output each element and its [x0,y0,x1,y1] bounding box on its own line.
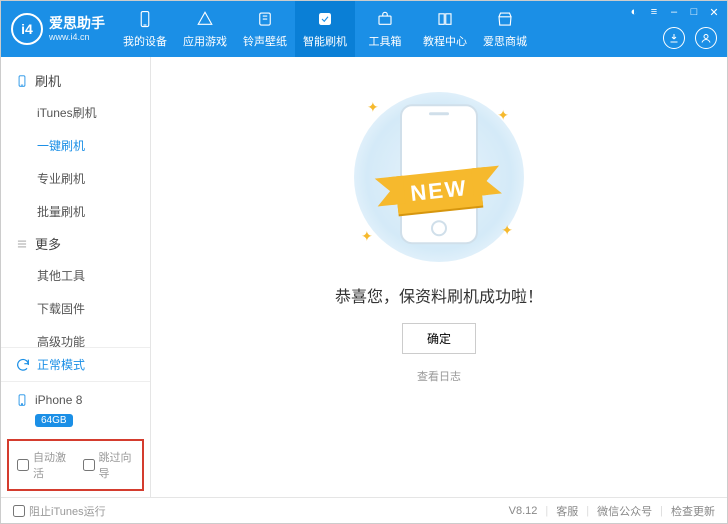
success-message: 恭喜您，保资料刷机成功啦！ [335,283,543,307]
device-info[interactable]: iPhone 8 64GB [1,381,150,437]
sidebar-item-download-firmware[interactable]: 下载固件 [1,292,150,325]
sidebar-item-itunes-flash[interactable]: iTunes刷机 [1,96,150,129]
logo-title: 爱思助手 [49,15,105,32]
tab-ringtones[interactable]: 铃声壁纸 [235,1,295,57]
tab-label: 我的设备 [123,33,167,49]
sidebar-group-flash[interactable]: 刷机 [1,65,150,96]
tab-label: 爱思商城 [483,33,527,49]
device-name: iPhone 8 [35,393,82,407]
view-log-link[interactable]: 查看日志 [417,368,461,384]
skin-icon[interactable]: ◐ [627,5,641,19]
support-link[interactable]: 客服 [556,503,578,519]
phone-icon [15,74,29,88]
top-tabs: 我的设备 应用游戏 铃声壁纸 智能刷机 工具箱 教程中心 [115,1,535,57]
checkbox-input[interactable] [13,505,25,517]
menu-icon[interactable]: ≡ [647,5,661,19]
phone-icon [15,392,29,408]
mode-indicator[interactable]: 正常模式 [1,348,150,381]
close-icon[interactable]: ✕ [707,5,721,19]
wechat-link[interactable]: 微信公众号 [597,503,652,519]
flash-icon [315,9,335,29]
shop-icon [495,9,515,29]
sidebar-item-advanced[interactable]: 高级功能 [1,325,150,347]
checkbox-label: 自动激活 [33,449,69,481]
checkbox-label: 阻止iTunes运行 [29,503,106,519]
download-icon[interactable] [663,27,685,49]
music-icon [255,9,275,29]
minimize-icon[interactable]: – [667,5,681,19]
group-title: 更多 [35,234,61,253]
tab-label: 铃声壁纸 [243,33,287,49]
tab-label: 应用游戏 [183,33,227,49]
options-highlight-box: 自动激活 跳过向导 [7,439,144,491]
storage-badge: 64GB [35,414,73,427]
sidebar-item-other-tools[interactable]: 其他工具 [1,259,150,292]
group-title: 刷机 [35,71,61,90]
book-icon [435,9,455,29]
logo-url: www.i4.cn [49,32,105,43]
tab-devices[interactable]: 我的设备 [115,1,175,57]
tab-label: 智能刷机 [303,33,347,49]
update-link[interactable]: 检查更新 [671,503,715,519]
confirm-button[interactable]: 确定 [402,323,476,354]
header: i4 爱思助手 www.i4.cn 我的设备 应用游戏 铃声壁纸 智能刷机 [1,1,727,57]
phone-icon [135,9,155,29]
tab-apps[interactable]: 应用游戏 [175,1,235,57]
mode-label: 正常模式 [37,356,85,373]
tab-toolbox[interactable]: 工具箱 [355,1,415,57]
maximize-icon[interactable]: □ [687,5,701,19]
success-illustration: ✦✦✦✦ NEW [339,87,539,267]
refresh-icon [15,357,31,373]
tab-label: 教程中心 [423,33,467,49]
sidebar: 刷机 iTunes刷机 一键刷机 专业刷机 批量刷机 更多 其他工具 下载固件 … [1,57,151,497]
checkbox-label: 跳过向导 [99,449,135,481]
checkbox-input[interactable] [17,459,29,471]
app-logo: i4 爱思助手 www.i4.cn [1,13,115,45]
sidebar-item-pro-flash[interactable]: 专业刷机 [1,162,150,195]
sidebar-group-more[interactable]: 更多 [1,228,150,259]
checkbox-input[interactable] [83,459,95,471]
main-content: ✦✦✦✦ NEW 恭喜您，保资料刷机成功啦！ 确定 查看日志 [151,57,727,497]
logo-icon: i4 [11,13,43,45]
sidebar-item-batch-flash[interactable]: 批量刷机 [1,195,150,228]
menu-icon [15,237,29,251]
user-icon[interactable] [695,27,717,49]
tab-label: 工具箱 [369,33,402,49]
tab-tutorial[interactable]: 教程中心 [415,1,475,57]
toolbox-icon [375,9,395,29]
tab-flash[interactable]: 智能刷机 [295,1,355,57]
footer: 阻止iTunes运行 V8.12 | 客服 | 微信公众号 | 检查更新 [1,497,727,523]
checkbox-skip-guide[interactable]: 跳过向导 [83,449,135,481]
version-label: V8.12 [509,505,538,517]
sidebar-item-oneclick-flash[interactable]: 一键刷机 [1,129,150,162]
apps-icon [195,9,215,29]
tab-mall[interactable]: 爱思商城 [475,1,535,57]
checkbox-block-itunes[interactable]: 阻止iTunes运行 [13,503,106,519]
checkbox-auto-activate[interactable]: 自动激活 [17,449,69,481]
